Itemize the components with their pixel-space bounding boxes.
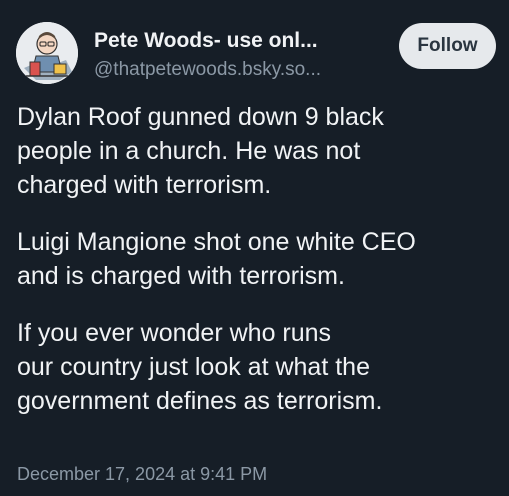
post-line: charged with terrorism. xyxy=(17,171,272,199)
cartoon-avatar-icon xyxy=(16,22,78,84)
post-line: Dylan Roof gunned down 9 black xyxy=(17,103,384,131)
author-display-name[interactable]: Pete Woods- use onl... xyxy=(94,28,394,54)
post-paragraph: Dylan Roof gunned down 9 black people in… xyxy=(17,100,497,202)
post-header: Pete Woods- use onl... @thatpetewoods.bs… xyxy=(16,22,496,86)
author-avatar[interactable] xyxy=(16,22,78,84)
post-line: government defines as terrorism. xyxy=(17,387,383,415)
author-names: Pete Woods- use onl... @thatpetewoods.bs… xyxy=(94,28,394,83)
post-card: Pete Woods- use onl... @thatpetewoods.bs… xyxy=(0,0,509,496)
post-text: Dylan Roof gunned down 9 black people in… xyxy=(17,100,497,441)
post-line: If you ever wonder who runs xyxy=(17,319,332,347)
post-line: Luigi Mangione shot one white CEO xyxy=(17,228,416,256)
post-line: our country just look at what the xyxy=(17,353,370,381)
post-line: people in a church. He was not xyxy=(17,137,361,165)
post-paragraph: Luigi Mangione shot one white CEO and is… xyxy=(17,225,497,293)
post-timestamp[interactable]: December 17, 2024 at 9:41 PM xyxy=(17,464,267,485)
post-paragraph: If you ever wonder who runs our country … xyxy=(17,316,497,418)
post-line: and is charged with terrorism. xyxy=(17,262,345,290)
author-handle[interactable]: @thatpetewoods.bsky.so... xyxy=(94,57,394,83)
follow-button[interactable]: Follow xyxy=(399,23,496,69)
